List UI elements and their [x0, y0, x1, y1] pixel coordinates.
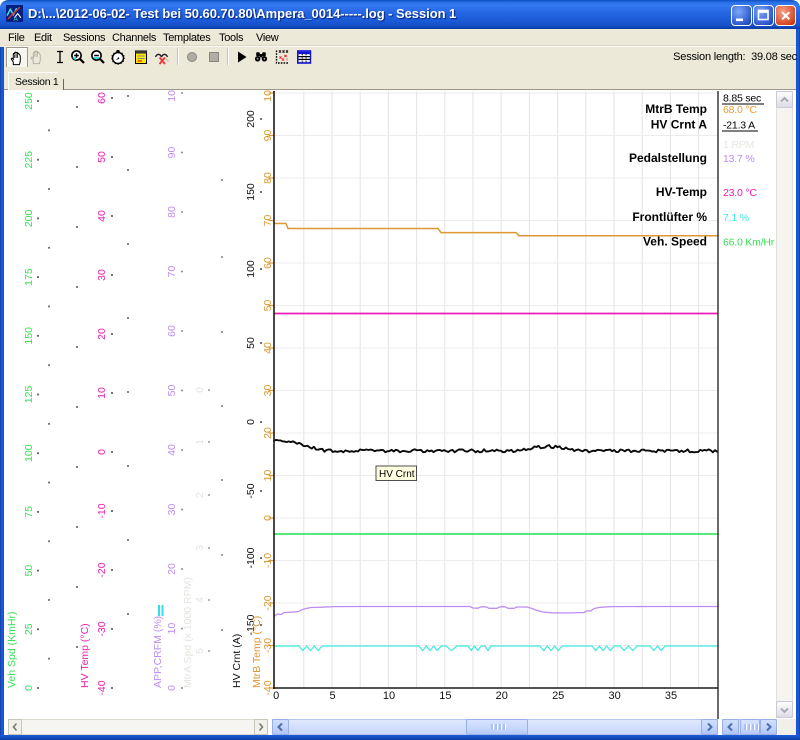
svg-text:APP,CRFM (%): APP,CRFM (%) [152, 616, 164, 688]
svg-text:10: 10 [383, 690, 395, 702]
svg-text:-10: -10 [96, 503, 108, 518]
svg-text:100: 100 [23, 444, 35, 462]
svg-text:90: 90 [262, 130, 274, 142]
svg-text:50: 50 [166, 385, 178, 397]
svg-text:70: 70 [262, 215, 274, 227]
svg-text:70: 70 [166, 266, 178, 278]
svg-text:40: 40 [262, 342, 274, 354]
svg-text:0: 0 [262, 515, 274, 521]
svg-text:68.0 °C: 68.0 °C [723, 104, 757, 116]
svg-text:3: 3 [194, 545, 206, 551]
svg-text:30: 30 [608, 690, 620, 702]
svg-text:40: 40 [166, 444, 178, 456]
svg-text:HV Crnt (A): HV Crnt (A) [231, 634, 243, 688]
svg-text:0: 0 [273, 690, 279, 702]
svg-text:MtrA Spd (x 1000 RPM): MtrA Spd (x 1000 RPM) [182, 577, 194, 688]
svg-text:-40: -40 [96, 680, 108, 695]
svg-text:100: 100 [245, 260, 257, 278]
svg-text:30: 30 [166, 504, 178, 516]
svg-text:-10: -10 [262, 553, 274, 568]
svg-text:80: 80 [166, 206, 178, 218]
svg-text:0: 0 [245, 419, 257, 425]
svg-text:20: 20 [166, 563, 178, 575]
svg-text:HV Temp (°C): HV Temp (°C) [79, 623, 91, 688]
svg-text:75: 75 [23, 506, 35, 518]
svg-text:25: 25 [23, 623, 35, 635]
svg-text:80: 80 [262, 172, 274, 184]
svg-text:4: 4 [194, 597, 206, 603]
svg-text:50: 50 [23, 565, 35, 577]
svg-text:HV Crnt A: HV Crnt A [651, 118, 708, 132]
svg-text:125: 125 [23, 386, 35, 404]
svg-text:13.7 %: 13.7 % [723, 153, 755, 165]
svg-text:MtrB Temp: MtrB Temp [645, 102, 707, 116]
svg-text:Veh. Speed: Veh. Speed [643, 235, 707, 249]
svg-text:20: 20 [96, 328, 108, 340]
svg-text:25: 25 [552, 690, 564, 702]
svg-text:1 RPM: 1 RPM [723, 139, 754, 151]
svg-text:250: 250 [23, 92, 35, 110]
svg-text:20: 20 [496, 690, 508, 702]
svg-text:Pedalstellung: Pedalstellung [629, 151, 707, 165]
svg-text:15: 15 [439, 690, 451, 702]
svg-text:Veh Spd (KmHr): Veh Spd (KmHr) [6, 612, 18, 688]
svg-text:HV-Temp: HV-Temp [656, 185, 707, 199]
svg-text:10: 10 [262, 470, 274, 482]
svg-text:40: 40 [96, 210, 108, 222]
svg-text:5: 5 [194, 648, 206, 654]
svg-text:100: 100 [262, 90, 274, 102]
svg-text:100: 100 [166, 90, 178, 102]
svg-text:90: 90 [166, 147, 178, 159]
svg-text:20: 20 [262, 427, 274, 439]
svg-text:50: 50 [262, 300, 274, 312]
svg-text:30: 30 [262, 385, 274, 397]
svg-text:50: 50 [245, 337, 257, 349]
svg-text:50: 50 [96, 151, 108, 163]
svg-text:0: 0 [166, 685, 178, 691]
svg-text:Frontlüfter %: Frontlüfter % [632, 210, 707, 224]
svg-text:150: 150 [245, 183, 257, 201]
svg-text:0: 0 [23, 685, 35, 691]
svg-text:-30: -30 [262, 638, 274, 653]
svg-text:66.0 Km/Hr: 66.0 Km/Hr [723, 237, 775, 249]
svg-text:-21.3 A: -21.3 A [723, 120, 755, 132]
svg-text:175: 175 [23, 268, 35, 286]
svg-text:8.85 sec: 8.85 sec [723, 93, 761, 105]
svg-text:2: 2 [194, 492, 206, 498]
svg-text:-50: -50 [245, 483, 257, 498]
svg-text:-20: -20 [96, 562, 108, 577]
svg-text:60: 60 [262, 257, 274, 269]
svg-text:-100: -100 [245, 547, 257, 568]
svg-text:1: 1 [194, 439, 206, 445]
svg-text:10: 10 [96, 387, 108, 399]
svg-text:5: 5 [330, 690, 336, 702]
svg-text:200: 200 [245, 110, 257, 128]
svg-text:0: 0 [194, 387, 206, 393]
svg-text:7.1 %: 7.1 % [723, 212, 749, 224]
svg-text:30: 30 [96, 269, 108, 281]
svg-text:150: 150 [23, 327, 35, 345]
svg-text:-20: -20 [262, 595, 274, 610]
svg-text:35: 35 [665, 690, 677, 702]
svg-text:0: 0 [96, 449, 108, 455]
svg-text:60: 60 [96, 92, 108, 104]
svg-text:-30: -30 [96, 621, 108, 636]
svg-text:225: 225 [23, 151, 35, 169]
svg-text:23.0 °C: 23.0 °C [723, 187, 757, 199]
svg-text:HV Crnt: HV Crnt [379, 469, 415, 480]
svg-text:200: 200 [23, 209, 35, 227]
svg-text:60: 60 [166, 325, 178, 337]
svg-text:10: 10 [166, 623, 178, 635]
